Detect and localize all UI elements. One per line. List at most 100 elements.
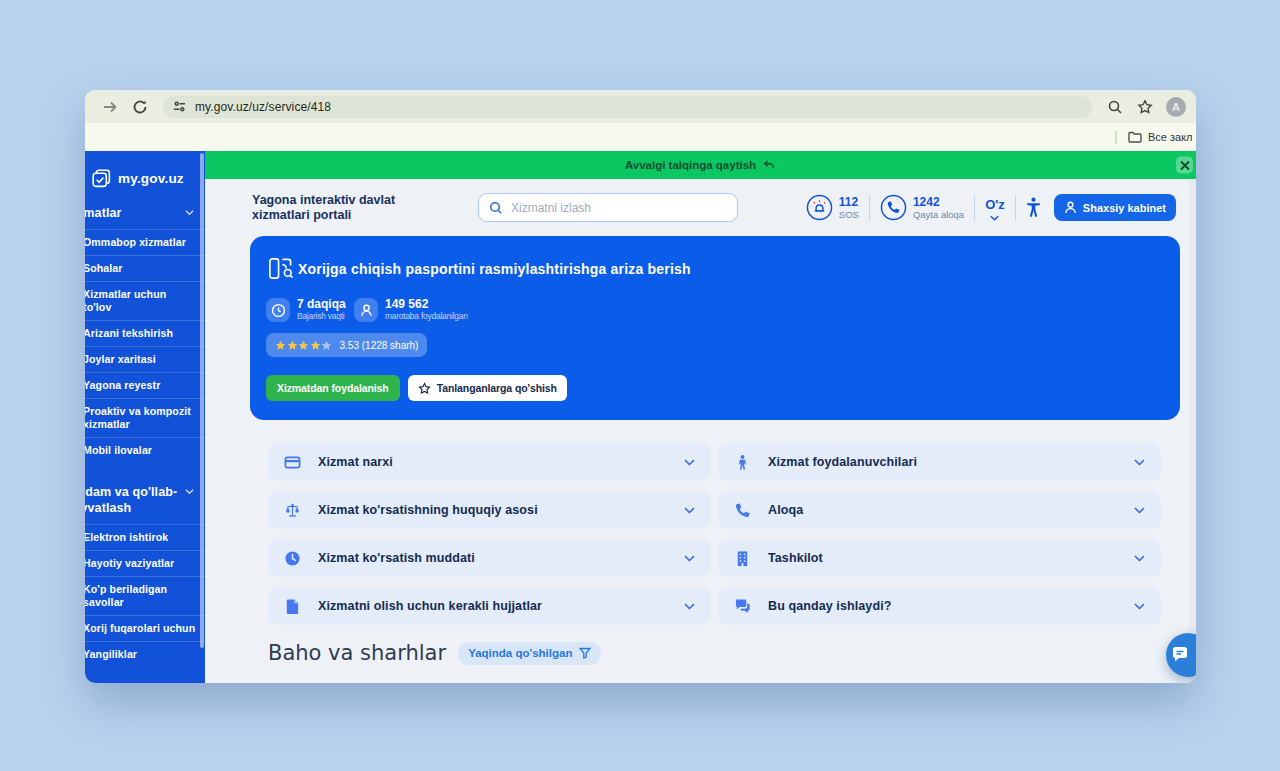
sidebar-item[interactable]: Sohalar — [85, 255, 205, 281]
sidebar-item-label: Yagona reyestr — [85, 373, 205, 398]
logo-icon — [91, 168, 112, 189]
service-card: Xorijga chiqish pasportini rasmiylashtir… — [250, 236, 1180, 420]
browser-window: my.gov.uz/uz/service/418 A Все закл my.g… — [85, 90, 1196, 683]
accordion-label: Xizmat foydalanuvchilari — [768, 455, 917, 469]
language-selector[interactable]: O'z — [985, 195, 1005, 221]
sidebar-item-label: Joylar xaritasi — [85, 347, 205, 372]
bookmark-star-icon[interactable] — [1137, 99, 1153, 115]
accessibility-icon[interactable] — [1026, 197, 1041, 218]
close-icon — [1180, 160, 1190, 170]
building-icon — [734, 550, 751, 567]
user-count-icon — [354, 298, 378, 322]
version-banner: Avvalgi talqinga qaytish — [205, 151, 1196, 179]
accordion-row[interactable]: Tashkilot — [718, 539, 1161, 577]
sidebar-item-label: Yordam va qo'llab- quvvatlash — [85, 476, 205, 524]
personal-cabinet-button[interactable]: Shaxsiy kabinet — [1054, 194, 1176, 221]
banner-text[interactable]: Avvalgi talqinga qaytish — [625, 159, 756, 171]
chevron-down-icon — [1134, 507, 1145, 514]
undo-icon — [762, 158, 776, 172]
sidebar-item[interactable]: Yangiliklar — [85, 641, 205, 667]
duration-label: Bajarish vaqti — [297, 311, 346, 322]
chevron-down-icon — [1134, 603, 1145, 610]
chevron-down-icon — [684, 459, 695, 466]
chevron-down-icon — [684, 507, 695, 514]
accordion-label: Tashkilot — [768, 551, 823, 565]
sidebar-item[interactable]: Hayotiy vaziyatlar — [85, 550, 205, 576]
accordion-row[interactable]: Xizmat narxi — [268, 443, 711, 481]
usage-value: 149 562 — [385, 297, 468, 311]
chevron-down-icon — [990, 215, 999, 221]
reviews-title: Baho va sharhlar — [268, 641, 446, 665]
sidebar-item[interactable]: Xorij fuqarolari uchun — [85, 615, 205, 641]
sidebar-scrollbar[interactable] — [200, 153, 204, 648]
sidebar-item[interactable]: Yagona reyestr — [85, 372, 205, 398]
sidebar-item[interactable]: Xizmatlar uchun to'lov — [85, 281, 205, 320]
browser-toolbar: my.gov.uz/uz/service/418 A — [85, 90, 1196, 123]
logo-text: my.gov.uz — [118, 171, 184, 186]
zoom-icon[interactable] — [1107, 99, 1123, 115]
sidebar-item[interactable]: Proaktiv va kompozit xizmatlar — [85, 398, 205, 437]
add-favorites-label: Tanlanganlarga qo'shish — [437, 382, 557, 394]
clock-icon — [266, 298, 290, 322]
chevron-down-icon — [185, 488, 194, 495]
reviews-filter-chip[interactable]: Yaqinda qo'shilgan — [458, 642, 601, 665]
sos-icon — [806, 194, 833, 221]
sidebar-item[interactable]: Xizmatlar — [85, 197, 205, 229]
star-filled-icon — [287, 340, 298, 351]
rating-badge[interactable]: 3.53 (1228 sharh) — [266, 333, 427, 357]
site-logo[interactable]: my.gov.uz — [91, 168, 205, 189]
accordion-label: Xizmatni olish uchun kerakli hujjatlar — [318, 599, 542, 613]
divider — [974, 195, 975, 221]
rating-text: 3.53 (1228 sharh) — [340, 340, 419, 351]
star-filled-icon — [310, 340, 321, 351]
sidebar-item-label: Ommabop xizmatlar — [85, 230, 205, 255]
phone-icon — [880, 194, 907, 221]
sidebar-item[interactable]: Yordam va qo'llab- quvvatlash — [85, 476, 205, 524]
accordion-row[interactable]: Bu qanday ishlaydi? — [718, 587, 1161, 625]
sidebar-item[interactable]: Mobil ilovalar — [85, 437, 205, 463]
url-bar[interactable]: my.gov.uz/uz/service/418 — [163, 96, 1092, 118]
chat-icon — [1171, 646, 1189, 664]
sidebar-item-label: Proaktiv va kompozit xizmatlar — [85, 399, 205, 437]
page-scrollbar[interactable] — [1189, 179, 1196, 683]
sidebar-item-label: Elektron ishtirok — [85, 525, 205, 550]
accordion-label: Aloqa — [768, 503, 803, 517]
star-filled-icon — [298, 340, 309, 351]
accordion-row[interactable]: Xizmat ko'rsatishning huquqiy asosi — [268, 491, 711, 529]
clock-icon — [284, 550, 301, 567]
folder-icon[interactable] — [1128, 130, 1142, 144]
star-filled-icon — [275, 340, 286, 351]
use-service-button[interactable]: Xizmatdan foydalanish — [266, 375, 400, 401]
accordion-row[interactable]: Xizmat ko'rsatish muddati — [268, 539, 711, 577]
accordion-row[interactable]: Xizmat foydalanuvchilari — [718, 443, 1161, 481]
avatar[interactable]: A — [1166, 97, 1186, 117]
add-favorites-button[interactable]: Tanlanganlarga qo'shish — [408, 375, 567, 401]
site-info-icon[interactable] — [173, 100, 186, 113]
accordion-row[interactable]: Aloqa — [718, 491, 1161, 529]
sidebar-item[interactable]: Elektron ishtirok — [85, 524, 205, 550]
duration-stat: 7 daqiqa Bajarish vaqti — [266, 298, 346, 322]
sidebar-item-label: Mobil ilovalar — [85, 438, 205, 463]
chevron-down-icon — [684, 603, 695, 610]
sidebar-item[interactable]: Ommabop xizmatlar — [85, 229, 205, 255]
search-input[interactable]: Xizmatni izlash — [478, 193, 738, 222]
accordion-row[interactable]: Xizmatni olish uchun kerakli hujjatlar — [268, 587, 711, 625]
personal-cabinet-label: Shaxsiy kabinet — [1083, 202, 1166, 214]
chat-fab-button[interactable] — [1166, 633, 1196, 677]
sos-contact[interactable]: 112 SOS — [806, 194, 859, 221]
reload-icon[interactable] — [132, 99, 148, 115]
sidebar-item[interactable]: Arizani tekshirish — [85, 320, 205, 346]
user-icon — [1064, 201, 1077, 214]
bookmarks-folder-label[interactable]: Все закл — [1148, 131, 1196, 143]
credit-card-icon — [284, 454, 301, 471]
forward-icon[interactable] — [102, 99, 118, 115]
callback-contact[interactable]: 1242 Qayta aloqa — [880, 194, 964, 221]
sidebar: my.gov.uz XizmatlarOmmabop xizmatlarSoha… — [85, 151, 205, 683]
sidebar-item[interactable]: Ko'p beriladigan savollar — [85, 576, 205, 615]
bookmarks-bar: Все закл — [85, 123, 1196, 151]
sidebar-item[interactable]: Joylar xaritasi — [85, 346, 205, 372]
banner-close-button[interactable] — [1176, 157, 1193, 174]
sidebar-item-label: Ko'p beriladigan savollar — [85, 577, 205, 615]
sidebar-item-label: Xizmatlar uchun to'lov — [85, 282, 205, 320]
reviews-filter-label: Yaqinda qo'shilgan — [468, 647, 572, 659]
